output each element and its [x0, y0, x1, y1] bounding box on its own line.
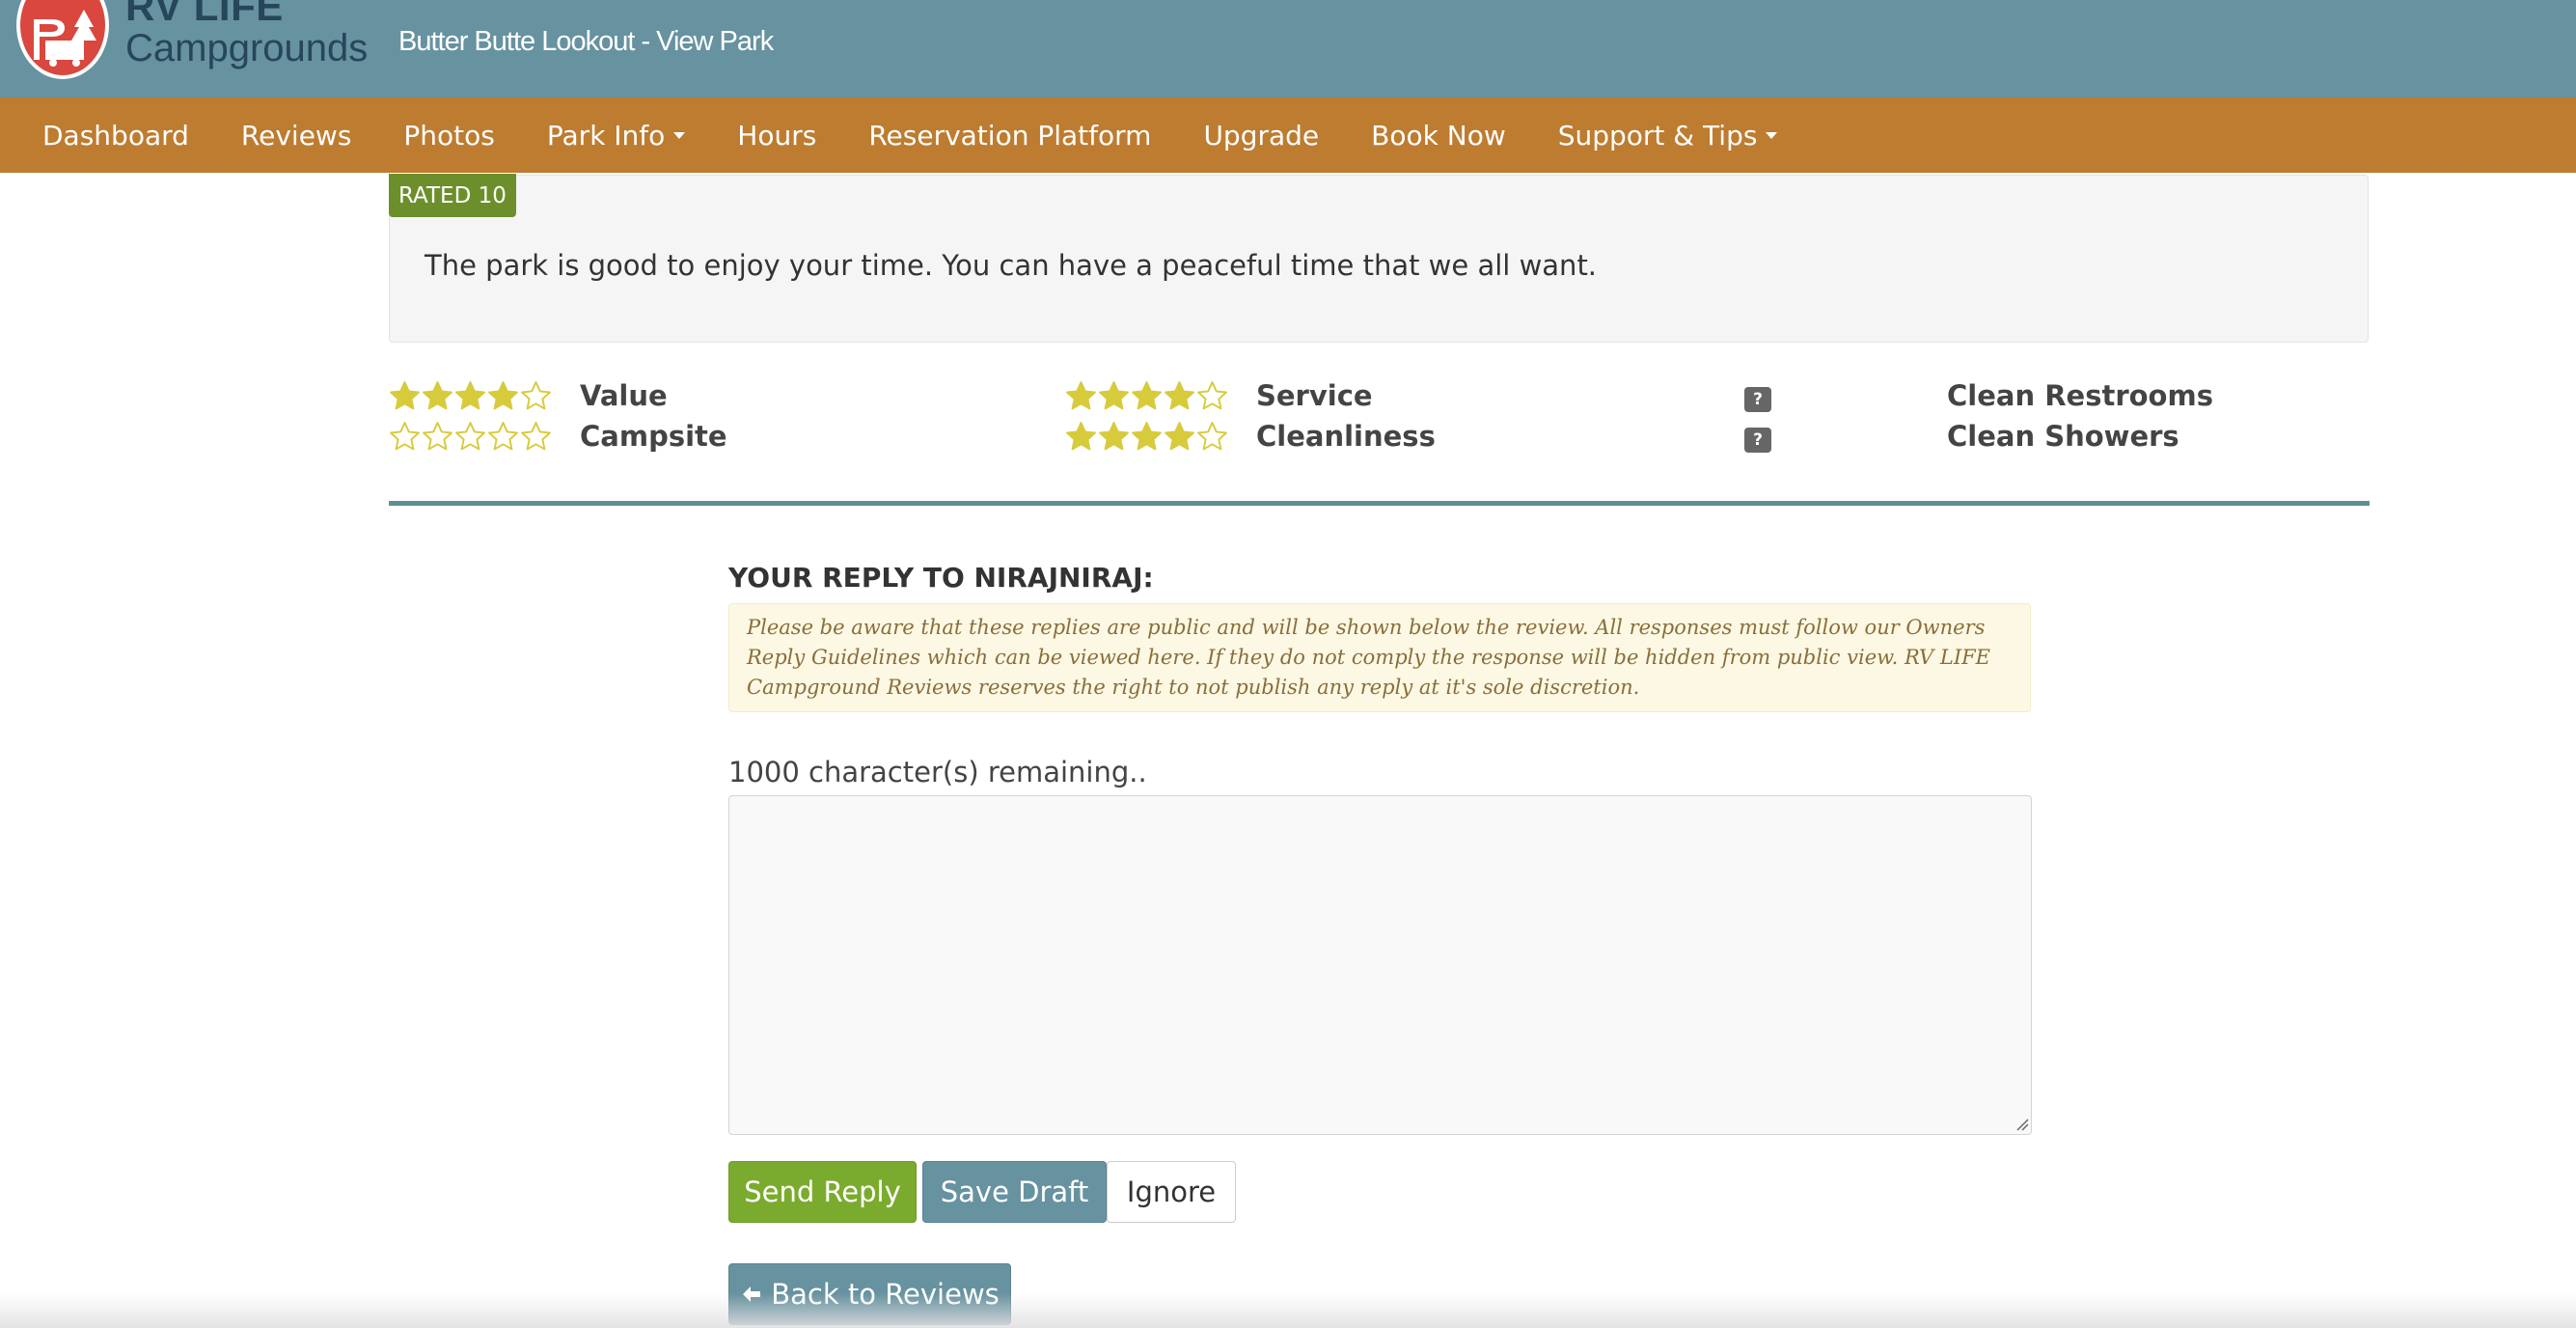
star-filled-icon: [1099, 381, 1129, 410]
logo-line-1: RV LIFE: [125, 0, 284, 29]
rating-value-stars: [389, 380, 552, 412]
rv-life-logo-icon[interactable]: [16, 0, 109, 79]
nav-label: Upgrade: [1203, 119, 1320, 152]
nav-support-tips-dropdown[interactable]: Support & Tips: [1532, 97, 1804, 173]
nav-hours[interactable]: Hours: [711, 97, 842, 173]
rating-campsite-stars: [389, 421, 552, 453]
rating-label-clean-showers: Clean Showers: [1947, 420, 2179, 453]
nav-label: Book Now: [1371, 119, 1506, 152]
rating-label-value: Value: [580, 379, 668, 412]
rating-cleanliness-stars: [1065, 421, 1228, 453]
question-mark-icon[interactable]: ?: [1744, 428, 1771, 453]
caret-down-icon: [1766, 131, 1778, 139]
nav-label: Park Info: [546, 119, 666, 152]
star-empty-icon: [455, 422, 485, 451]
star-empty-icon: [1197, 381, 1227, 410]
nav-reviews[interactable]: Reviews: [215, 97, 378, 173]
star-filled-icon: [1165, 381, 1194, 410]
star-empty-icon: [521, 422, 551, 451]
nav-label: Reviews: [240, 119, 352, 152]
main-nav: Dashboard Reviews Photos Park Info Hours…: [0, 97, 2576, 173]
star-filled-icon: [1099, 422, 1129, 451]
review-text: The park is good to enjoy your time. You…: [425, 249, 1598, 282]
save-draft-button[interactable]: Save Draft: [922, 1161, 1107, 1223]
rating-label-clean-restrooms: Clean Restrooms: [1947, 379, 2213, 412]
nav-label: Reservation Platform: [868, 119, 1152, 152]
star-filled-icon: [455, 381, 485, 410]
nav-upgrade[interactable]: Upgrade: [1177, 97, 1345, 173]
star-rating: [1065, 421, 1228, 453]
rating-label-service: Service: [1256, 379, 1373, 412]
reply-heading: YOUR REPLY TO NIRAJNIRAJ:: [728, 562, 1154, 594]
star-filled-icon: [390, 381, 420, 410]
top-header: RV LIFE Campgrounds Butter Butte Lookout…: [0, 0, 2576, 97]
logo-line-2: Campgrounds: [125, 27, 369, 69]
star-filled-icon: [1165, 422, 1194, 451]
caret-down-icon: [673, 131, 686, 139]
park-title: Butter Butte Lookout - View Park: [398, 26, 774, 57]
star-rating: [1065, 380, 1228, 412]
star-rating: [389, 421, 552, 453]
logo-wordmark[interactable]: RV LIFE Campgrounds: [125, 0, 368, 68]
star-filled-icon: [488, 381, 518, 410]
resize-handle-icon[interactable]: [2015, 1118, 2029, 1131]
question-mark-icon[interactable]: ?: [1744, 387, 1771, 412]
nav-park-info-dropdown[interactable]: Park Info: [521, 97, 711, 173]
nav-reservation-platform[interactable]: Reservation Platform: [842, 97, 1177, 173]
rating-service-stars: [1065, 380, 1228, 412]
star-empty-icon: [390, 422, 420, 451]
star-empty-icon: [488, 422, 518, 451]
section-divider: [389, 501, 2370, 506]
star-filled-icon: [1066, 422, 1096, 451]
star-filled-icon: [1132, 422, 1162, 451]
reply-textarea[interactable]: [728, 795, 2032, 1135]
star-empty-icon: [521, 381, 551, 410]
star-rating: [389, 380, 552, 412]
rating-badge: RATED 10: [389, 174, 516, 217]
nav-label: Photos: [403, 119, 495, 152]
nav-label: Dashboard: [42, 119, 189, 152]
rating-label-cleanliness: Cleanliness: [1256, 420, 1436, 453]
star-filled-icon: [1132, 381, 1162, 410]
star-empty-icon: [423, 422, 452, 451]
star-filled-icon: [1066, 381, 1096, 410]
reply-guidelines-notice: Please be aware that these replies are p…: [728, 603, 2031, 712]
nav-photos[interactable]: Photos: [377, 97, 520, 173]
nav-label: Support & Tips: [1557, 119, 1758, 152]
send-reply-button[interactable]: Send Reply: [728, 1161, 917, 1223]
star-empty-icon: [1197, 422, 1227, 451]
star-filled-icon: [423, 381, 452, 410]
characters-remaining: 1000 character(s) remaining..: [728, 756, 1147, 788]
nav-label: Hours: [737, 119, 817, 152]
nav-dashboard[interactable]: Dashboard: [0, 97, 215, 173]
rating-label-campsite: Campsite: [580, 420, 727, 453]
bottom-shadow: [0, 1293, 2576, 1328]
ignore-button[interactable]: Ignore: [1107, 1161, 1236, 1223]
nav-book-now[interactable]: Book Now: [1345, 97, 1532, 173]
